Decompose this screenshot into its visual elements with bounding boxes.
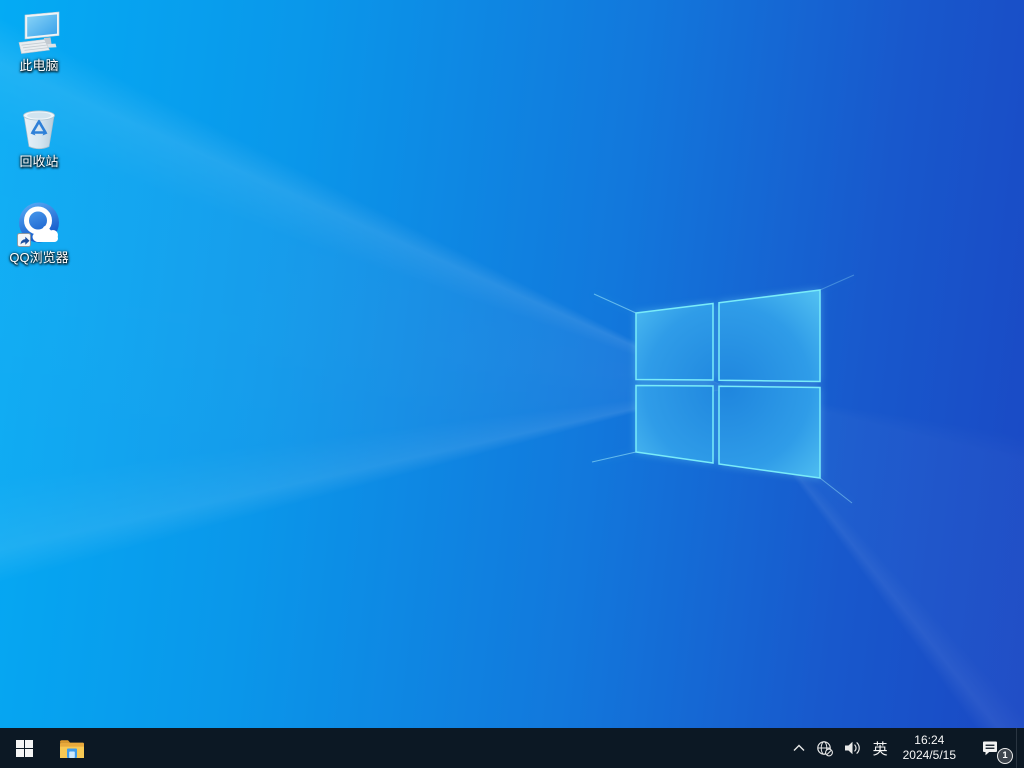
- logo-pane-bottom-left: [636, 386, 713, 464]
- system-tray: 英 16:24 2024/5/15 1: [787, 728, 1024, 768]
- taskbar-clock[interactable]: 16:24 2024/5/15: [895, 728, 964, 768]
- taskbar-empty-area[interactable]: [96, 728, 787, 768]
- logo-ray: [820, 478, 852, 503]
- notification-badge: 1: [997, 748, 1013, 764]
- desktop-wallpaper[interactable]: 此电脑 回收站: [0, 0, 1024, 728]
- start-button[interactable]: [0, 728, 48, 768]
- taskbar: 英 16:24 2024/5/15 1: [0, 728, 1024, 768]
- notification-bubble-icon: [982, 740, 999, 756]
- windows-logo-wallpaper: [0, 0, 1024, 728]
- tray-expand-button[interactable]: [787, 728, 811, 768]
- qq-browser-icon: [15, 200, 63, 248]
- file-explorer-button[interactable]: [48, 728, 96, 768]
- logo-pane-bottom-right: [719, 386, 820, 478]
- desktop-icon-label: 回收站: [19, 155, 58, 169]
- volume-button[interactable]: [839, 728, 866, 768]
- shortcut-arrow-icon: [18, 234, 31, 247]
- desktop-icon-recycle-bin[interactable]: 回收站: [0, 104, 78, 169]
- logo-ray: [592, 452, 636, 462]
- chevron-up-icon: [792, 742, 806, 754]
- desktop-icon-this-pc[interactable]: 此电脑: [0, 8, 78, 73]
- windows-desktop: 此电脑 回收站: [0, 0, 1024, 768]
- show-desktop-button[interactable]: [1016, 728, 1024, 768]
- folder-icon: [59, 738, 85, 759]
- windows-logo-icon: [16, 740, 33, 757]
- desktop-icon-label: 此电脑: [19, 59, 58, 73]
- clock-time: 16:24: [914, 733, 944, 748]
- logo-ray: [594, 294, 636, 313]
- recycle-bin-icon: [15, 104, 63, 152]
- speaker-icon: [844, 740, 861, 756]
- desktop-icon-qq-browser[interactable]: QQ浏览器: [0, 200, 78, 265]
- network-no-internet-icon: [816, 740, 834, 757]
- desktop-icon-label: QQ浏览器: [9, 251, 68, 265]
- logo-ray: [820, 275, 854, 290]
- network-status-button[interactable]: [811, 728, 839, 768]
- logo-pane-top-left: [636, 304, 713, 381]
- this-pc-icon: [15, 8, 63, 56]
- clock-date: 2024/5/15: [903, 748, 956, 763]
- action-center-button[interactable]: 1: [964, 728, 1016, 768]
- logo-pane-top-right: [719, 290, 820, 382]
- ime-indicator[interactable]: 英: [866, 728, 895, 768]
